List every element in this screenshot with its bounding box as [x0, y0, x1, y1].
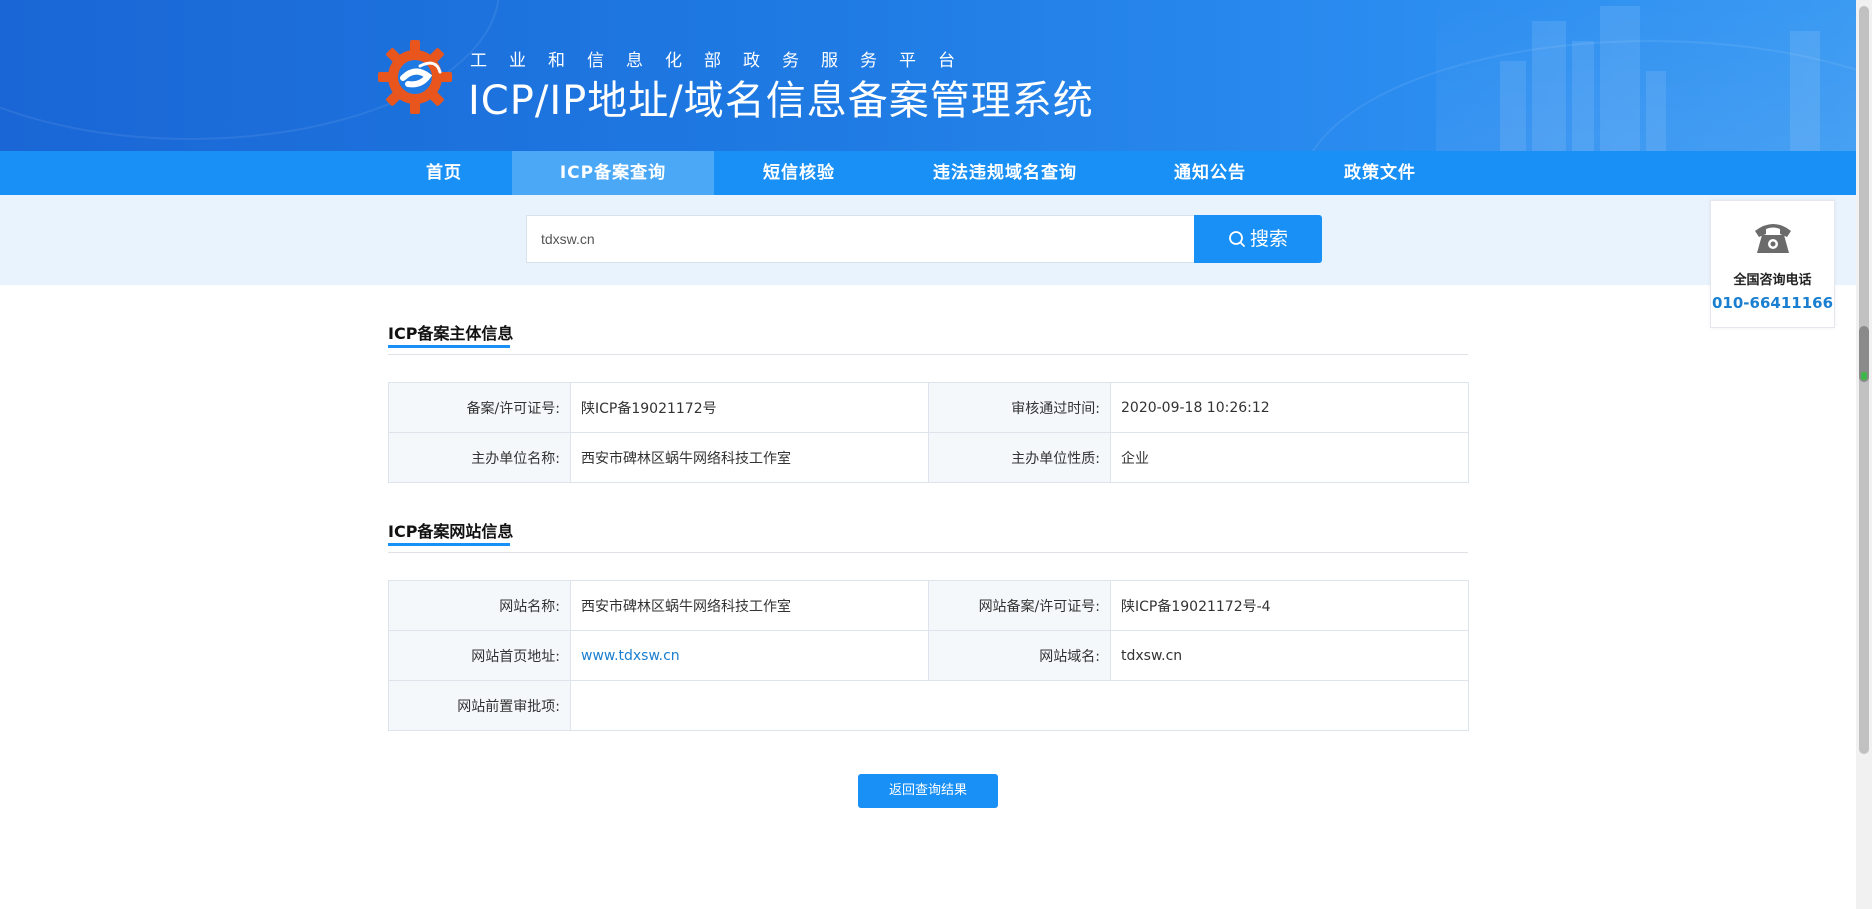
- banner-tower: [1500, 61, 1526, 151]
- page-title: ICP/IP地址/域名信息备案管理系统: [468, 78, 1094, 124]
- section-title-underline: [388, 543, 510, 546]
- page-scrollbar[interactable]: [1856, 0, 1872, 909]
- approval-time-value: 2020-09-18 10:26:12: [1110, 382, 1469, 433]
- domain-label: 网站域名:: [928, 630, 1111, 681]
- organizer-type-value: 企业: [1110, 432, 1469, 483]
- back-to-results-button[interactable]: 返回查询结果: [858, 774, 998, 808]
- telephone-icon: [1755, 224, 1791, 253]
- organizer-type-label: 主办单位性质:: [928, 432, 1111, 483]
- homepage-url-link[interactable]: www.tdxsw.cn: [581, 648, 680, 664]
- banner-tower: [1790, 31, 1820, 151]
- domain-value: tdxsw.cn: [1110, 630, 1469, 681]
- section-divider: [388, 552, 1468, 553]
- approval-time-label: 审核通过时间:: [928, 382, 1111, 433]
- nav-item-home[interactable]: 首页: [392, 151, 496, 195]
- nav-item-icp-query[interactable]: ICP备案查询: [512, 151, 714, 195]
- table-row: 主办单位名称: 西安市碑林区蜗牛网络科技工作室 主办单位性质: 企业: [388, 432, 1469, 483]
- gear-e-logo-icon: [378, 40, 452, 114]
- hotline-label: 全国咨询电话: [1733, 273, 1812, 288]
- search-input[interactable]: tdxsw.cn: [526, 215, 1194, 263]
- table-row: 备案/许可证号: 陕ICP备19021172号 审核通过时间: 2020-09-…: [388, 382, 1469, 433]
- site-name-value: 西安市碑林区蜗牛网络科技工作室: [570, 580, 929, 631]
- banner-tower: [1572, 41, 1594, 151]
- scrollbar-indicator: [1861, 372, 1867, 380]
- banner-tower: [1532, 21, 1566, 151]
- nav-item-notices[interactable]: 通知公告: [1150, 151, 1270, 195]
- website-section-title: ICP备案网站信息: [388, 522, 514, 541]
- nav-item-sms-verify[interactable]: 短信核验: [740, 151, 858, 195]
- search-button[interactable]: 搜索: [1194, 215, 1322, 263]
- section-title-underline: [388, 345, 510, 348]
- table-row: 网站首页地址: www.tdxsw.cn 网站域名: tdxsw.cn: [388, 630, 1469, 681]
- license-number-label: 备案/许可证号:: [388, 382, 571, 433]
- organizer-name-label: 主办单位名称:: [388, 432, 571, 483]
- nav-item-policies[interactable]: 政策文件: [1320, 151, 1440, 195]
- license-number-value: 陕ICP备19021172号: [570, 382, 929, 433]
- table-row: 网站前置审批项:: [388, 680, 1469, 731]
- pre-approval-label: 网站前置审批项:: [388, 680, 571, 731]
- banner-tower: [1646, 71, 1666, 151]
- site-license-value: 陕ICP备19021172号-4: [1110, 580, 1469, 631]
- website-info-table: 网站名称: 西安市碑林区蜗牛网络科技工作室 网站备案/许可证号: 陕ICP备19…: [388, 580, 1469, 731]
- table-row: 网站名称: 西安市碑林区蜗牛网络科技工作室 网站备案/许可证号: 陕ICP备19…: [388, 580, 1469, 631]
- site-name-label: 网站名称:: [388, 580, 571, 631]
- site-license-label: 网站备案/许可证号:: [928, 580, 1111, 631]
- entity-info-table: 备案/许可证号: 陕ICP备19021172号 审核通过时间: 2020-09-…: [388, 382, 1469, 483]
- section-divider: [388, 354, 1468, 355]
- hotline-number: 010-66411166: [1711, 294, 1834, 312]
- entity-section-title: ICP备案主体信息: [388, 324, 514, 343]
- main-nav: 首页 ICP备案查询 短信核验 违法违规域名查询 通知公告 政策文件: [0, 151, 1856, 195]
- organizer-name-value: 西安市碑林区蜗牛网络科技工作室: [570, 432, 929, 483]
- banner-tower: [1600, 6, 1640, 151]
- pre-approval-value: [570, 680, 1469, 731]
- search-icon: [1229, 231, 1245, 247]
- search-button-label: 搜索: [1249, 228, 1288, 250]
- hotline-widget[interactable]: 全国咨询电话 010-66411166: [1710, 200, 1835, 328]
- homepage-url-label: 网站首页地址:: [388, 630, 571, 681]
- nav-item-illegal-domain[interactable]: 违法违规域名查询: [910, 151, 1100, 195]
